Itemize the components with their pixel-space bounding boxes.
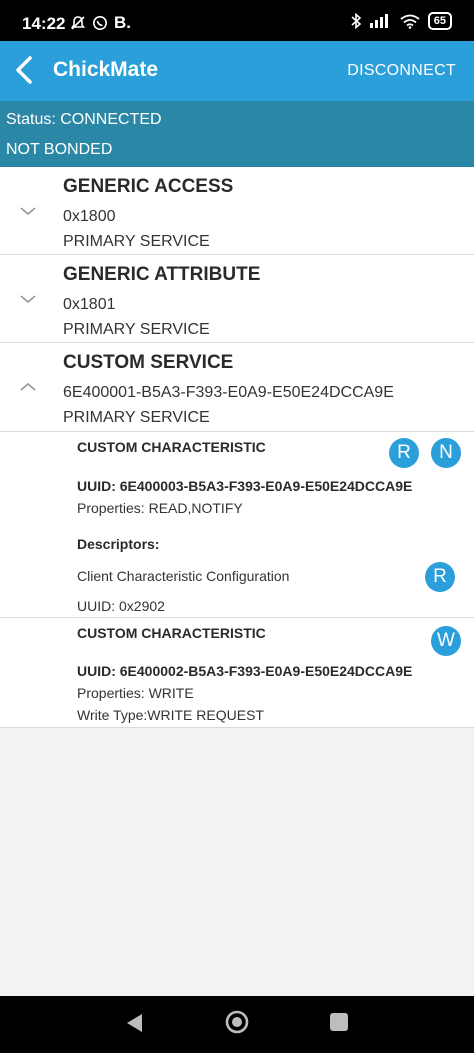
characteristic-properties: Properties: WRITE — [77, 685, 194, 701]
bluetooth-icon — [351, 13, 361, 29]
app-toolbar: ChickMate DISCONNECT — [0, 41, 474, 101]
recents-square-icon[interactable] — [330, 1013, 348, 1031]
back-triangle-icon[interactable] — [124, 1012, 144, 1034]
home-circle-icon[interactable] — [225, 1010, 249, 1034]
system-navigation-bar — [0, 996, 474, 1053]
disconnect-button[interactable]: DISCONNECT — [347, 62, 456, 80]
chevron-up-icon — [20, 382, 36, 391]
service-uuid: 6E400001-B5A3-F393-E0A9-E50E24DCCA9E — [63, 384, 394, 401]
service-name: CUSTOM SERVICE — [63, 352, 234, 373]
notify-button[interactable]: N — [431, 438, 461, 468]
chevron-down-icon — [20, 295, 36, 304]
characteristic-uuid: UUID: 6E400002-B5A3-F393-E0A9-E50E24DCCA… — [77, 663, 413, 679]
muted-notifications-icon — [70, 16, 86, 30]
system-icons: 65 — [350, 12, 452, 30]
read-button[interactable]: R — [389, 438, 419, 468]
wifi-icon — [400, 14, 420, 29]
connection-status-panel: Status: CONNECTED NOT BONDED — [0, 101, 474, 167]
service-row[interactable]: GENERIC ACCESS 0x1800 PRIMARY SERVICE — [0, 167, 474, 255]
whatsapp-icon — [93, 16, 107, 30]
back-arrow-icon[interactable] — [10, 54, 40, 86]
characteristic-row[interactable]: CUSTOM CHARACTERISTIC W UUID: 6E400002-B… — [0, 618, 474, 728]
characteristic-uuid: UUID: 6E400003-B5A3-F393-E0A9-E50E24DCCA… — [77, 478, 413, 494]
b-app-icon: B. — [114, 13, 131, 32]
chevron-down-icon — [20, 207, 36, 216]
service-type: PRIMARY SERVICE — [63, 409, 210, 426]
characteristic-properties: Properties: READ,NOTIFY — [77, 500, 243, 516]
characteristic-write-type: Write Type:WRITE REQUEST — [77, 707, 264, 723]
notification-icons: B. — [70, 13, 131, 33]
bond-status: NOT BONDED — [6, 141, 113, 158]
service-row[interactable]: CUSTOM SERVICE 6E400001-B5A3-F393-E0A9-E… — [0, 343, 474, 432]
service-type: PRIMARY SERVICE — [63, 233, 210, 250]
connection-status: Status: CONNECTED — [6, 111, 162, 128]
descriptor-read-button[interactable]: R — [425, 562, 455, 592]
services-list: GENERIC ACCESS 0x1800 PRIMARY SERVICE GE… — [0, 167, 474, 996]
service-uuid: 0x1800 — [63, 208, 116, 225]
app-title: ChickMate — [53, 58, 159, 81]
service-name: GENERIC ACCESS — [63, 176, 234, 197]
descriptors-heading: Descriptors: — [77, 536, 160, 552]
characteristic-name: CUSTOM CHARACTERISTIC — [77, 625, 266, 641]
characteristic-name: CUSTOM CHARACTERISTIC — [77, 439, 266, 455]
battery-icon: 65 — [427, 12, 452, 30]
descriptor-name: Client Characteristic Configuration — [77, 568, 290, 584]
signal-icon — [369, 14, 388, 28]
characteristic-row[interactable]: CUSTOM CHARACTERISTIC R N UUID: 6E400003… — [0, 432, 474, 618]
service-name: GENERIC ATTRIBUTE — [63, 264, 261, 285]
service-row[interactable]: GENERIC ATTRIBUTE 0x1801 PRIMARY SERVICE — [0, 255, 474, 343]
write-button[interactable]: W — [431, 626, 461, 656]
clock: 14:22 — [22, 14, 66, 33]
system-status-bar: 14:22 B. 65 — [0, 0, 474, 41]
descriptor-uuid: UUID: 0x2902 — [77, 598, 165, 614]
service-uuid: 0x1801 — [63, 296, 116, 313]
service-type: PRIMARY SERVICE — [63, 321, 210, 338]
